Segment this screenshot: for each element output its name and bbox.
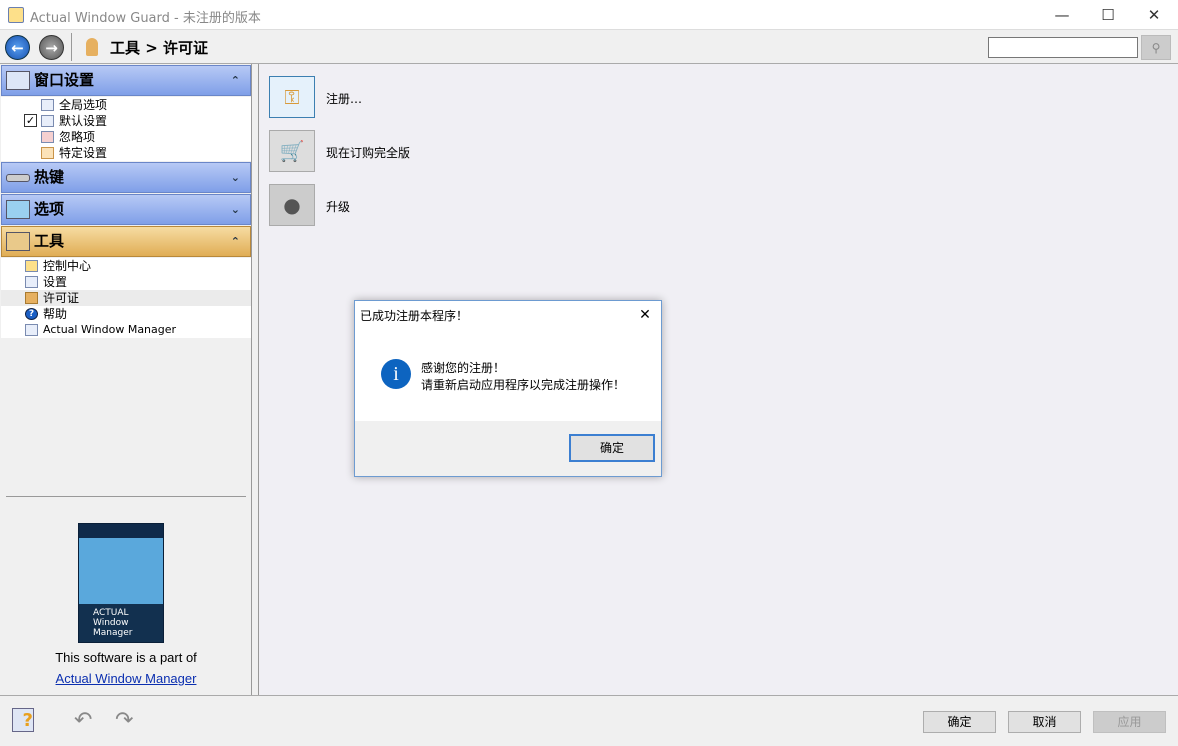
window-title: Actual Window Guard - 未注册的版本 [30,11,261,26]
breadcrumb: 工具 > 许可证 [110,39,209,57]
section-hotkeys[interactable]: 热键 ⌄ [1,162,251,193]
divider [6,496,246,497]
upgrade-label[interactable]: 升级 [326,198,350,215]
section-window-settings[interactable]: 窗口设置 ⌃ [1,65,251,96]
item-label: 忽略项 [59,130,96,144]
info-icon: i [381,359,411,389]
sidebar-item-settings[interactable]: 设置 [1,274,251,290]
sidebar-item-license[interactable]: 许可证 [1,290,251,306]
item-label: 默认设置 [59,114,108,128]
title-bar: Actual Window Guard - 未注册的版本 — ☐ ✕ [0,0,1178,30]
keys-icon [25,292,38,304]
settings-icon [25,276,38,288]
collapse-icon[interactable]: ⌃ [231,227,240,256]
global-options-icon [41,99,54,111]
keys-icon [86,38,98,56]
specific-settings-icon [41,147,54,159]
app-icon [8,7,24,23]
item-label: 设置 [43,275,68,289]
item-label: 全局选项 [59,98,108,112]
window-settings-icon [6,71,30,90]
undo-icon[interactable]: ↶ [74,708,92,733]
section-options[interactable]: 选项 ⌄ [1,194,251,225]
options-icon [6,200,30,219]
item-label: 许可证 [43,291,80,305]
item-label: Actual Window Manager [43,323,177,336]
checkbox[interactable]: ✓ [24,114,37,127]
search-input[interactable] [988,37,1138,58]
keys-icon: ⚿ [284,85,300,109]
section-tools[interactable]: 工具 ⌃ [1,226,251,257]
help-icon: ? [25,308,38,320]
section-label: 工具 [34,232,65,250]
item-label: 控制中心 [43,259,92,273]
order-label[interactable]: 现在订购完全版 [326,144,410,161]
product-box-image: ACTUAL Window Manager [78,523,164,643]
sidebar-item-control-center[interactable]: 控制中心 [1,258,251,274]
dialog-close-button[interactable]: ✕ [631,303,659,327]
sidebar-item-global-options[interactable]: 全局选项 [1,97,251,113]
section-label: 选项 [34,200,65,218]
back-button[interactable]: ← [5,35,30,60]
expand-icon[interactable]: ⌄ [231,195,240,224]
item-label: 特定设置 [59,146,108,160]
close-button[interactable]: ✕ [1131,0,1177,30]
sidebar-item-default-settings[interactable]: ✓ 默认设置 [1,113,251,129]
globe-icon: ● [283,193,301,217]
help-icon[interactable]: ? [12,708,34,732]
divider [71,33,72,61]
keyboard-icon [6,174,30,182]
register-button[interactable]: ⚿ [269,76,315,118]
dialog-ok-button[interactable]: 确定 [569,434,655,462]
maximize-button[interactable]: ☐ [1085,0,1131,30]
order-button[interactable]: 🛒 [269,130,315,172]
collapse-icon[interactable]: ⌃ [231,66,240,95]
register-label[interactable]: 注册… [326,90,362,107]
cancel-button[interactable]: 取消 [1008,711,1081,733]
sidebar-item-ignore[interactable]: 忽略项 [1,129,251,145]
tools-list: 控制中心 设置 许可证 ? 帮助 Actual Window Manager [1,258,251,338]
ignore-icon [41,131,54,143]
item-label: 帮助 [43,307,68,321]
dialog-title: 已成功注册本程序！ [360,309,469,323]
control-center-icon [25,260,38,272]
toolbar: ← → 工具 > 许可证 ⚲ [0,30,1178,64]
upgrade-button[interactable]: ● [269,184,315,226]
sidebar-item-actual-window-manager[interactable]: Actual Window Manager [1,322,251,338]
redo-icon[interactable]: ↷ [115,708,133,733]
section-label: 窗口设置 [34,71,95,89]
dialog-message-line1: 感谢您的注册！ [421,361,506,375]
window-settings-list: 全局选项 ✓ 默认设置 忽略项 特定设置 [1,97,251,161]
sidebar: 窗口设置 ⌃ 全局选项 ✓ 默认设置 忽略项 特定设置 热键 ⌄ 选项 ⌄ 工具 ⌃ 控制… [0,64,252,695]
section-label: 热键 [34,168,65,186]
ok-button[interactable]: 确定 [923,711,996,733]
promo-caption: This software is a part of [55,650,197,665]
minimize-button[interactable]: — [1039,0,1085,30]
apply-button[interactable]: 应用 [1093,711,1166,733]
forward-button[interactable]: → [39,35,64,60]
sidebar-item-help[interactable]: ? 帮助 [1,306,251,322]
cart-icon: 🛒 [279,139,305,163]
actual-window-manager-icon [25,324,38,336]
window-icon [41,115,54,127]
tools-icon [6,232,30,251]
promo-link[interactable]: Actual Window Manager [0,671,252,686]
registration-dialog: 已成功注册本程序！ ✕ i 感谢您的注册！ 请重新启动应用程序以完成注册操作！ … [354,300,662,477]
bottom-bar: ? ↶ ↷ 确定 取消 应用 [0,695,1178,746]
sidebar-item-specific-settings[interactable]: 特定设置 [1,145,251,161]
dialog-message-line2: 请重新启动应用程序以完成注册操作！ [421,378,626,392]
search-icon[interactable]: ⚲ [1141,35,1171,60]
expand-icon[interactable]: ⌄ [231,163,240,192]
